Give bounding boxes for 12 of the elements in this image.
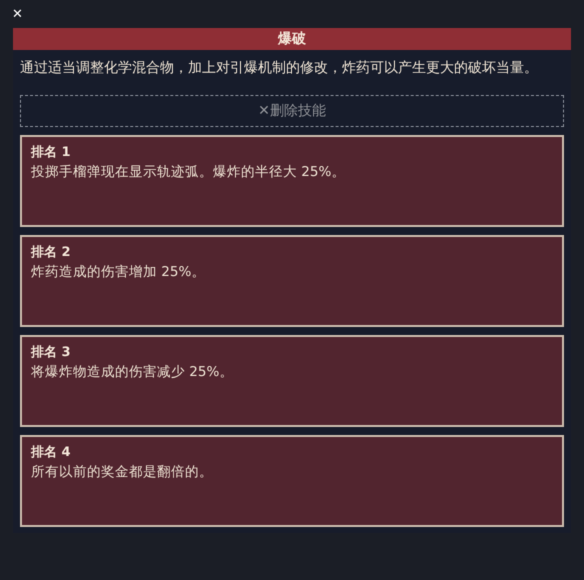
close-button[interactable]: ✕ (12, 8, 23, 20)
panel-title: 爆破 (13, 28, 571, 50)
rank-description: 将爆炸物造成的伤害减少 25%。 (31, 363, 234, 382)
rank-description: 炸药造成的伤害增加 25%。 (31, 263, 206, 282)
remove-skill-button[interactable]: ✕删除技能 (20, 95, 564, 127)
skill-description: 通过适当调整化学混合物，加上对引爆机制的修改，炸药可以产生更大的破坏当量。 (20, 59, 539, 78)
rank-title: 排名 2 (31, 244, 72, 262)
rank-title: 排名 4 (31, 444, 72, 462)
rank-description: 投掷手榴弹现在显示轨迹弧。爆炸的半径大 25%。 (31, 163, 346, 182)
rank-title: 排名 1 (31, 144, 72, 162)
rank-description: 所有以前的奖金都是翻倍的。 (31, 463, 214, 482)
rank-title: 排名 3 (31, 344, 72, 362)
